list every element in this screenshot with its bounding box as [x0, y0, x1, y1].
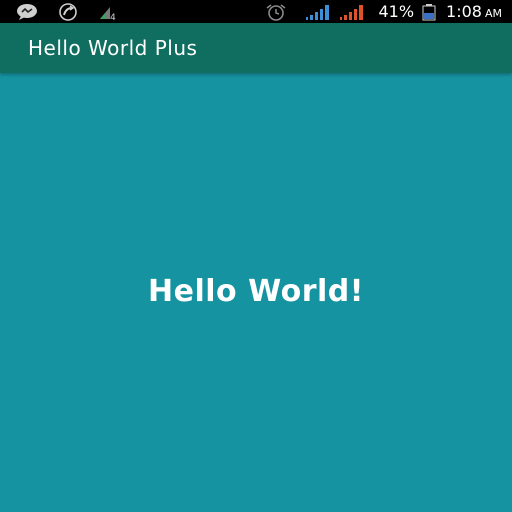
status-bar-notifications: 4: [16, 2, 118, 22]
signal-blue-icon: [306, 4, 332, 20]
app-bar: Hello World Plus: [0, 23, 512, 73]
missed-call-icon: [56, 3, 80, 21]
network-4g-icon: 4: [98, 3, 118, 21]
app-screen: 4 41% 1:08 AM Hello World Plus Hello Wor…: [0, 0, 512, 512]
status-bar: 4 41% 1:08 AM: [0, 0, 512, 23]
main-content: Hello World!: [0, 73, 512, 512]
status-bar-system: 41% 1:08 AM: [264, 0, 502, 23]
network-label: 4: [110, 13, 116, 21]
clock-time: 1:08: [446, 2, 482, 21]
battery-icon: [422, 3, 436, 21]
signal-orange-icon: [340, 4, 366, 20]
app-title: Hello World Plus: [28, 36, 198, 60]
alarm-clock-icon: [264, 3, 288, 21]
clock-ampm: AM: [484, 6, 502, 20]
hello-message: Hello World!: [148, 274, 364, 309]
battery-percent: 41%: [378, 2, 415, 21]
chat-bubble-icon: [16, 3, 38, 21]
